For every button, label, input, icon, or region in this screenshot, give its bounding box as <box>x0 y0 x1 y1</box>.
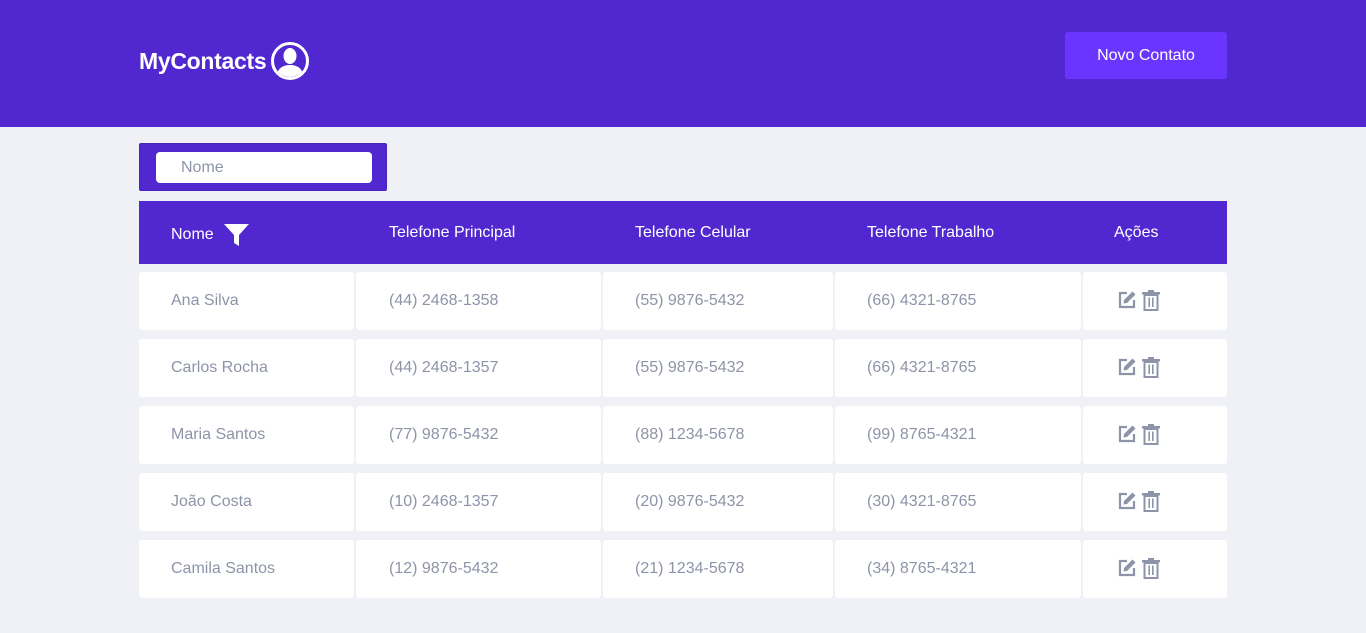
edit-icon[interactable] <box>1116 289 1138 311</box>
phone-trabalho: (30) 4321-8765 <box>835 473 1081 531</box>
user-circle-icon <box>271 42 310 80</box>
contact-name: Carlos Rocha <box>139 339 354 397</box>
column-header-telefone-principal: Telefone Principal <box>389 201 515 264</box>
phone-celular: (21) 1234-5678 <box>603 540 833 598</box>
search-bar <box>139 143 387 191</box>
app-header: MyContacts Novo Contato <box>0 0 1366 127</box>
brand-title: MyContacts <box>139 47 267 74</box>
phone-trabalho: (34) 8765-4321 <box>835 540 1081 598</box>
phone-celular: (88) 1234-5678 <box>603 406 833 464</box>
column-header-acoes: Ações <box>1114 201 1158 264</box>
contacts-table-body: Ana Silva (44) 2468-1358 (55) 9876-5432 … <box>139 272 1227 607</box>
edit-icon[interactable] <box>1116 356 1138 378</box>
phone-trabalho: (99) 8765-4321 <box>835 406 1081 464</box>
table-row: Camila Santos (12) 9876-5432 (21) 1234-5… <box>139 540 1227 598</box>
table-row: João Costa (10) 2468-1357 (20) 9876-5432… <box>139 473 1227 531</box>
edit-icon[interactable] <box>1116 557 1138 579</box>
trash-icon[interactable] <box>1140 423 1162 445</box>
column-header-label: Telefone Principal <box>389 223 516 241</box>
phone-principal: (12) 9876-5432 <box>356 540 601 598</box>
row-actions <box>1083 540 1227 598</box>
table-header: Nome Telefone Principal Telefone Celular… <box>139 201 1227 264</box>
contact-name: João Costa <box>139 473 354 531</box>
row-actions <box>1083 406 1227 464</box>
row-actions <box>1083 339 1227 397</box>
contact-name: Camila Santos <box>139 540 354 598</box>
edit-icon[interactable] <box>1116 490 1138 512</box>
contact-name: Ana Silva <box>139 272 354 330</box>
contact-name: Maria Santos <box>139 406 354 464</box>
phone-principal: (10) 2468-1357 <box>356 473 601 531</box>
column-header-telefone-celular: Telefone Celular <box>635 201 751 264</box>
phone-principal: (77) 9876-5432 <box>356 406 601 464</box>
trash-icon[interactable] <box>1140 289 1162 311</box>
column-header-label: Nome <box>171 225 214 243</box>
trash-icon[interactable] <box>1140 490 1162 512</box>
trash-icon[interactable] <box>1140 557 1162 579</box>
phone-trabalho: (66) 4321-8765 <box>835 272 1081 330</box>
table-row: Maria Santos (77) 9876-5432 (88) 1234-56… <box>139 406 1227 464</box>
row-actions <box>1083 473 1227 531</box>
phone-trabalho: (66) 4321-8765 <box>835 339 1081 397</box>
phone-celular: (55) 9876-5432 <box>603 272 833 330</box>
table-row: Carlos Rocha (44) 2468-1357 (55) 9876-54… <box>139 339 1227 397</box>
column-header-telefone-trabalho: Telefone Trabalho <box>867 201 994 264</box>
column-header-label: Telefone Trabalho <box>867 223 995 241</box>
column-header-nome[interactable]: Nome <box>171 203 249 266</box>
phone-principal: (44) 2468-1357 <box>356 339 601 397</box>
phone-principal: (44) 2468-1358 <box>356 272 601 330</box>
column-header-label: Telefone Celular <box>635 223 751 241</box>
filter-icon[interactable] <box>223 223 249 246</box>
row-actions <box>1083 272 1227 330</box>
brand[interactable]: MyContacts <box>139 41 310 81</box>
table-row: Ana Silva (44) 2468-1358 (55) 9876-5432 … <box>139 272 1227 330</box>
column-header-label: Ações <box>1114 223 1159 241</box>
trash-icon[interactable] <box>1140 356 1162 378</box>
new-contact-button[interactable]: Novo Contato <box>1065 32 1227 79</box>
edit-icon[interactable] <box>1116 423 1138 445</box>
search-input[interactable] <box>156 152 372 183</box>
phone-celular: (20) 9876-5432 <box>603 473 833 531</box>
phone-celular: (55) 9876-5432 <box>603 339 833 397</box>
